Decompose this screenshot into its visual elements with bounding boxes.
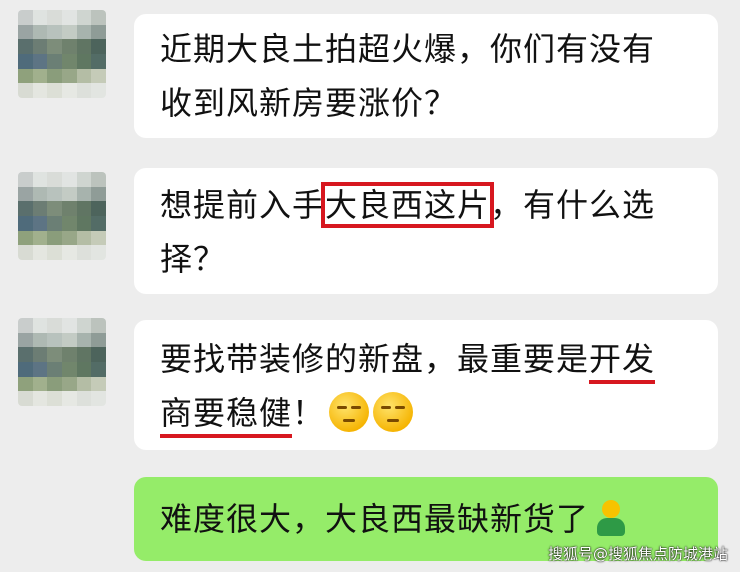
message-line: 近期大良土拍超火爆，你们有没有 — [160, 30, 656, 68]
smirk-emoji-icon — [329, 392, 370, 432]
avatar[interactable] — [18, 10, 106, 98]
text-segment: ，有什么选 — [490, 186, 656, 224]
watermark: 搜狐号@搜狐焦点防城港站 — [547, 545, 728, 563]
text-segment: 要找带装修的新盘，最重要是 — [160, 340, 590, 378]
message-line: 收到风新房要涨价？ — [160, 84, 458, 122]
message-bubble[interactable]: 近期大良土拍超火爆，你们有没有 收到风新房要涨价？ — [134, 14, 718, 138]
highlight-box: 大良西这片 — [321, 182, 495, 228]
avatar[interactable] — [18, 318, 106, 406]
text-segment: 想提前入手 — [160, 186, 326, 224]
underlined-text: 商要稳健 — [160, 394, 293, 438]
person-emoji-icon — [595, 500, 627, 536]
avatar[interactable] — [18, 172, 106, 260]
message-line: 择？ — [160, 240, 227, 278]
smirk-emoji-icon — [373, 392, 414, 432]
text-segment: ！ — [292, 394, 326, 432]
message-line: 商要稳健！ — [160, 386, 692, 440]
reply-text: 难度很大，大良西最缺新货了 — [160, 500, 590, 538]
underlined-text: 开发 — [589, 340, 656, 384]
message-bubble[interactable]: 要找带装修的新盘，最重要是开发 商要稳健！ — [134, 320, 718, 450]
message-bubble[interactable]: 想提前入手大良西这片，有什么选 择？ — [134, 168, 718, 294]
message-line: 想提前入手大良西这片，有什么选 — [160, 178, 692, 232]
message-line: 要找带装修的新盘，最重要是开发 — [160, 332, 692, 386]
